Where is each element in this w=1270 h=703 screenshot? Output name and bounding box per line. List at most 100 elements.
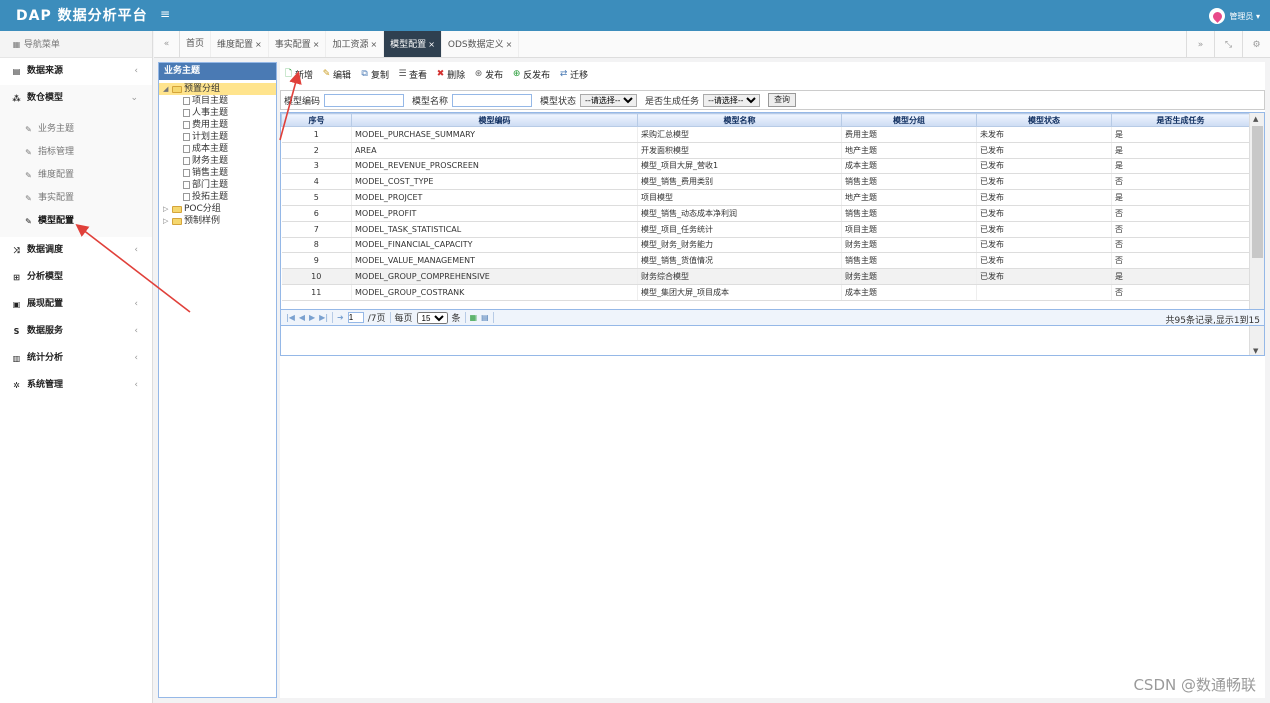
next-page-icon[interactable]: ▶ bbox=[309, 313, 315, 322]
sidebar-item-statistics[interactable]: ▥ 统计分析 ‹ bbox=[0, 345, 152, 372]
tree-node-poc[interactable]: ▷ POC分组 bbox=[159, 203, 276, 215]
tree-node-root[interactable]: ◢ 预置分组 bbox=[159, 83, 276, 95]
view-button[interactable]: ☰ 查看 bbox=[398, 68, 428, 81]
column-header[interactable]: 序号 bbox=[281, 113, 352, 127]
tab-ods[interactable]: ODS数据定义 × bbox=[442, 31, 520, 57]
table-cell: AREA bbox=[351, 142, 638, 159]
export-doc-icon[interactable]: ▤ bbox=[481, 313, 489, 322]
sidebar-item-data-source[interactable]: ▤ 数据来源 ‹ bbox=[0, 58, 152, 85]
column-header[interactable]: 模型编码 bbox=[351, 113, 638, 127]
task-select[interactable]: --请选择-- bbox=[703, 93, 761, 107]
file-icon bbox=[183, 133, 190, 141]
column-header[interactable]: 是否生成任务 bbox=[1111, 113, 1250, 127]
goto-page-icon[interactable]: ➜ bbox=[337, 313, 344, 322]
menu-toggle-icon[interactable]: ≡ bbox=[160, 7, 170, 21]
table-row[interactable]: 4 MODEL_COST_TYPE 模型_销售_费用类别 销售主题 已发布否 bbox=[281, 173, 1250, 191]
tree-node-leaf[interactable]: 投拓主题 bbox=[159, 191, 276, 203]
close-icon[interactable]: × bbox=[506, 40, 513, 49]
sidebar-subitem-business-theme[interactable]: ✎ 业务主题 bbox=[0, 118, 152, 141]
tab-dimension[interactable]: 维度配置 × bbox=[211, 31, 269, 57]
tree-node-leaf[interactable]: 费用主题 bbox=[159, 119, 276, 131]
last-page-icon[interactable]: ▶| bbox=[319, 313, 328, 322]
tab-model-config[interactable]: 模型配置 × bbox=[384, 31, 442, 57]
table-row[interactable]: 5 MODEL_PROJCET 项目模型 地产主题 已发布是 bbox=[281, 189, 1250, 206]
model-status-select[interactable]: --请选择-- bbox=[580, 93, 638, 107]
table-cell bbox=[976, 284, 1112, 301]
sidebar-item-system[interactable]: ✲ 系统管理 ‹ bbox=[0, 372, 152, 399]
migrate-button[interactable]: ⇄ 迁移 bbox=[559, 68, 588, 81]
unpublish-button[interactable]: ⊕ 反发布 bbox=[512, 68, 550, 81]
tree-node-leaf[interactable]: 成本主题 bbox=[159, 143, 276, 155]
table-row[interactable]: 10 MODEL_GROUP_COMPREHENSIVE 财务综合模型 财务主题 已发布… bbox=[281, 268, 1250, 285]
tree-node-leaf[interactable]: 部门主题 bbox=[159, 179, 276, 191]
sidebar-subitem-fact[interactable]: ✎ 事实配置 bbox=[0, 187, 152, 210]
table-cell: 模型_销售_费用类别 bbox=[637, 173, 842, 191]
tree-node-leaf[interactable]: 财务主题 bbox=[159, 155, 276, 167]
sidebar-subitem-metrics[interactable]: ✎ 指标管理 bbox=[0, 141, 152, 164]
sidebar-item-analysis-model[interactable]: ⊞ 分析模型 bbox=[0, 264, 152, 291]
tab-fact[interactable]: 事实配置 × bbox=[269, 31, 327, 57]
tab-home[interactable]: 首页 bbox=[180, 31, 212, 57]
sidebar-subitem-dimension[interactable]: ✎ 维度配置 bbox=[0, 164, 152, 187]
tree-node-leaf[interactable]: 项目主题 bbox=[159, 95, 276, 107]
edit-label: 编辑 bbox=[333, 70, 352, 81]
model-name-input[interactable] bbox=[452, 93, 533, 107]
column-header[interactable]: 模型名称 bbox=[637, 113, 842, 127]
sidebar-item-display[interactable]: ▣ 展现配置 ‹ bbox=[0, 291, 152, 318]
tabs-scroll-right-icon[interactable]: » bbox=[1186, 31, 1214, 58]
per-page-select[interactable]: 15 bbox=[416, 311, 448, 324]
table-row[interactable]: 3 MODEL_REVENUE_PROSCREEN 模型_项目大屏_营收1 成本主题已… bbox=[281, 158, 1250, 175]
expand-icon[interactable]: ◢ bbox=[163, 83, 170, 95]
first-page-icon[interactable]: |◀ bbox=[286, 313, 295, 322]
sidebar-item-warehouse-model[interactable]: ⁂ 数仓模型 ⌄ bbox=[0, 85, 152, 112]
delete-button[interactable]: ✖ 删除 bbox=[436, 68, 465, 81]
table-row[interactable]: 6 MODEL_PROFIT 模型_销售_动态成本净利润 销售主题 已发布否 bbox=[281, 205, 1250, 222]
export-excel-icon[interactable]: ▦ bbox=[470, 313, 478, 322]
page-input[interactable] bbox=[347, 312, 364, 323]
scroll-up-icon[interactable]: ▲ bbox=[1253, 115, 1258, 123]
prev-page-icon[interactable]: ◀ bbox=[299, 313, 305, 322]
film-icon: ▣ bbox=[12, 300, 21, 309]
close-icon[interactable]: × bbox=[313, 40, 320, 49]
table-row[interactable]: 8 MODEL_FINANCIAL_CAPACITY 模型_财务_财务能力 财务主题已… bbox=[281, 237, 1250, 254]
tree-node-leaf[interactable]: 人事主题 bbox=[159, 107, 276, 119]
scroll-down-icon[interactable]: ▼ bbox=[1253, 347, 1258, 355]
database-icon: ▤ bbox=[12, 67, 21, 76]
user-menu[interactable]: 管理员 ▾ bbox=[1209, 8, 1260, 24]
sidebar-item-scheduling[interactable]: ⤨ 数据调度 ‹ bbox=[0, 237, 152, 264]
query-button[interactable]: 查询 bbox=[768, 93, 797, 107]
copy-button[interactable]: ⧉ 复制 bbox=[360, 68, 389, 81]
close-icon[interactable]: × bbox=[370, 40, 377, 49]
table-row[interactable]: 7 MODEL_TASK_STATISTICAL 模型_项目_任务统计 项目主题 已发布… bbox=[281, 221, 1250, 238]
record-info: 共95条记录,显示1到15 bbox=[1165, 316, 1261, 326]
scroll-thumb[interactable] bbox=[1252, 126, 1263, 258]
collapse-icon[interactable]: ▷ bbox=[163, 215, 170, 227]
column-header[interactable]: 模型状态 bbox=[976, 113, 1112, 127]
tree-node-label: 部门主题 bbox=[192, 180, 229, 190]
edit-button[interactable]: ✎ 编辑 bbox=[322, 68, 351, 81]
sidebar-item-data-service[interactable]: S 数据服务 ‹ bbox=[0, 318, 152, 345]
collapse-icon[interactable]: ▷ bbox=[163, 203, 170, 215]
table-cell: 已发布 bbox=[976, 158, 1112, 175]
close-icon[interactable]: × bbox=[428, 40, 435, 49]
settings-icon[interactable]: ⚙ bbox=[1242, 31, 1270, 58]
tree-node-leaf[interactable]: 销售主题 bbox=[159, 167, 276, 179]
table-row[interactable]: 11 MODEL_GROUP_COSTRANK 模型_集团大屏_项目成本 成本主题 否 bbox=[281, 284, 1250, 301]
table-row[interactable]: 2 AREA 开发面积模型 地产主题 已发布是 bbox=[281, 142, 1250, 159]
unpublish-icon: ⊕ bbox=[512, 68, 521, 79]
add-button[interactable]: 🗋 新增 bbox=[284, 68, 313, 81]
tree-node-sample[interactable]: ▷ 预制样例 bbox=[159, 215, 276, 227]
close-icon[interactable]: × bbox=[255, 40, 262, 49]
table-row[interactable]: 1 MODEL_PURCHASE_SUMMARY 采购汇总模型 费用主题 未发布是 bbox=[281, 126, 1250, 143]
tab-processing[interactable]: 加工资源 × bbox=[326, 31, 385, 57]
column-header[interactable]: 模型分组 bbox=[841, 113, 977, 127]
tree-node-label: 项目主题 bbox=[192, 96, 229, 106]
table-row[interactable]: 9 MODEL_VALUE_MANAGEMENT 模型_销售_货值情况 销售主题 已发布… bbox=[281, 252, 1250, 270]
sidebar-subitem-model-config[interactable]: ✎ 模型配置 bbox=[0, 210, 152, 233]
publish-button[interactable]: ⊛ 发布 bbox=[474, 68, 503, 81]
model-code-input[interactable] bbox=[324, 93, 405, 107]
tabs-scroll-left-icon[interactable]: « bbox=[154, 31, 180, 57]
tree-node-leaf[interactable]: 计划主题 bbox=[159, 131, 276, 143]
fullscreen-icon[interactable]: ⤡ bbox=[1214, 31, 1242, 58]
tree-node-label: 费用主题 bbox=[192, 120, 229, 130]
